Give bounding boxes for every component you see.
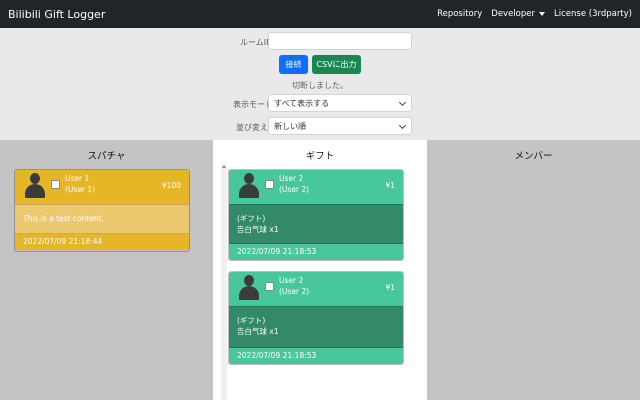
- card-header: User 2 (User 2) ¥1: [229, 170, 403, 204]
- message-text: This is a test content.: [23, 214, 104, 223]
- gift-name: 告白气球 x1: [237, 327, 279, 336]
- card-content: (ギフト) 告白气球 x1: [229, 306, 403, 348]
- nav-link-license[interactable]: License (3rdparty): [554, 9, 632, 19]
- nav-dropdown-developer[interactable]: Developer: [491, 9, 545, 19]
- display-mode-value: すべて表示する: [274, 98, 330, 108]
- user-name-secondary: (User 2): [279, 184, 310, 194]
- gift-name: 告白气球 x1: [237, 225, 279, 234]
- gift-type: (ギフト): [237, 316, 266, 325]
- card-content: This is a test content.: [15, 204, 189, 234]
- gift-type: (ギフト): [237, 214, 266, 223]
- user-name-primary: User 1: [65, 174, 90, 183]
- navbar: Bilibili Gift Logger Repository Develope…: [0, 0, 640, 28]
- avatar-icon: [239, 173, 259, 198]
- sort-label: 並び変え: [236, 123, 268, 132]
- select-checkbox[interactable]: [265, 180, 274, 189]
- select-checkbox[interactable]: [265, 282, 274, 291]
- card-header: User 2 (User 2) ¥1: [229, 272, 403, 306]
- sort-value: 新しい順: [274, 121, 306, 131]
- room-id-input[interactable]: [268, 32, 412, 50]
- nav-links: Repository Developer License (3rdparty): [437, 9, 632, 19]
- member-column: メンバー: [427, 140, 640, 400]
- superchat-column-title: スパチャ: [87, 151, 126, 162]
- avatar-icon: [25, 173, 45, 198]
- user-name: User 1 (User 1): [65, 174, 95, 195]
- avatar-icon: [239, 275, 259, 300]
- amount-badge: ¥1: [385, 181, 395, 190]
- card-content: (ギフト) 告白气球 x1: [229, 204, 403, 244]
- chevron-down-icon: [398, 98, 407, 107]
- amount-badge: ¥1: [385, 283, 395, 292]
- nav-link-repository[interactable]: Repository: [437, 9, 482, 19]
- card-timestamp: 2022/07/09 21:18:53: [229, 244, 403, 260]
- superchat-card: User 1 (User 1) ¥100 This is a test cont…: [14, 169, 190, 252]
- user-name-secondary: (User 1): [65, 184, 96, 194]
- caret-down-icon: [539, 11, 545, 16]
- card-timestamp: 2022/07/09 21:18:53: [229, 348, 403, 364]
- member-column-title: メンバー: [514, 151, 553, 162]
- user-name-primary: User 2: [279, 276, 304, 285]
- user-name-secondary: (User 2): [279, 286, 310, 296]
- card-header: User 1 (User 1) ¥100: [15, 170, 189, 204]
- scroll-up-icon[interactable]: [222, 165, 226, 168]
- sort-select[interactable]: 新しい順: [268, 117, 412, 135]
- card-timestamp: 2022/07/09 21:18:44: [15, 234, 189, 250]
- user-name: User 2 (User 2): [279, 174, 309, 195]
- user-name: User 2 (User 2): [279, 276, 309, 297]
- csv-export-button[interactable]: CSVに出力: [312, 55, 361, 74]
- gift-card: User 2 (User 2) ¥1 (ギフト) 告白气球 x1 2022/07…: [228, 169, 404, 261]
- nav-dropdown-developer-label: Developer: [491, 9, 535, 19]
- gift-scrollbar[interactable]: [221, 163, 227, 400]
- select-checkbox[interactable]: [51, 180, 60, 189]
- user-name-primary: User 2: [279, 174, 304, 183]
- gift-card: User 2 (User 2) ¥1 (ギフト) 告白气球 x1 2022/07…: [228, 271, 404, 365]
- connection-status: 切断しました。: [292, 81, 348, 90]
- app-title[interactable]: Bilibili Gift Logger: [8, 8, 105, 21]
- connect-button[interactable]: 接続: [279, 55, 308, 74]
- amount-badge: ¥100: [161, 181, 181, 190]
- chevron-down-icon: [398, 121, 407, 130]
- display-mode-label: 表示モード: [233, 100, 273, 109]
- controls-panel: ルームID 接続 CSVに出力 切断しました。 表示モード すべて表示する 並び…: [0, 28, 640, 140]
- display-mode-select[interactable]: すべて表示する: [268, 94, 412, 112]
- gift-column-title: ギフト: [305, 151, 335, 162]
